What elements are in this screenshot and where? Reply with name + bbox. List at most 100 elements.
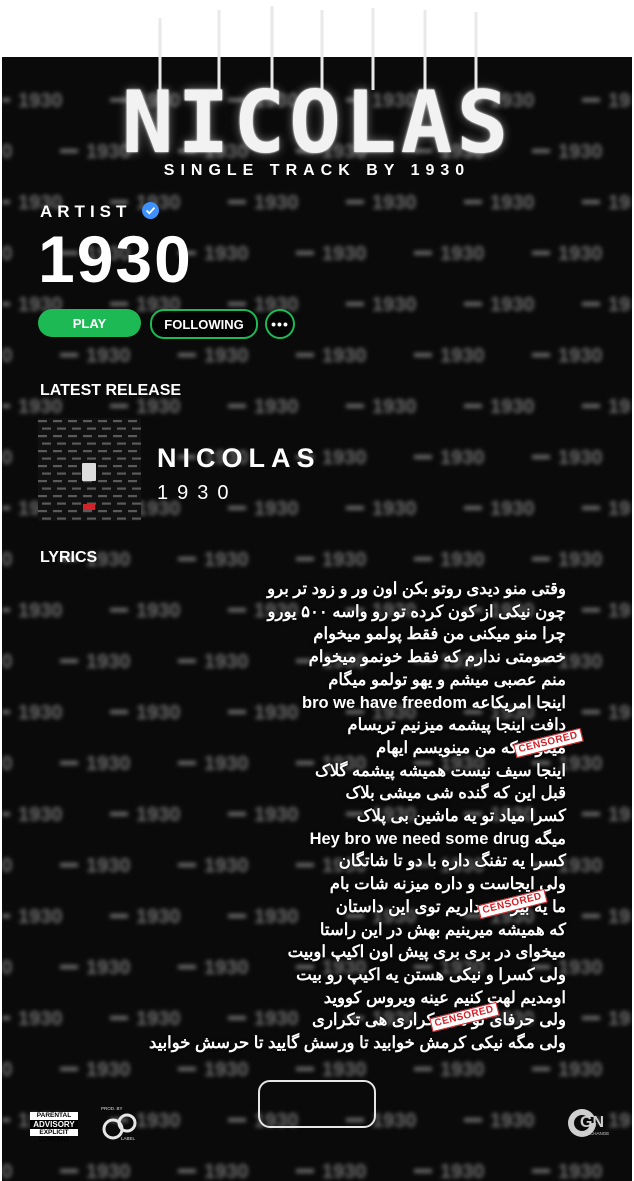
release-cover-art[interactable] xyxy=(38,418,141,521)
background-dash xyxy=(582,404,600,408)
cover-pattern-mark xyxy=(42,487,51,490)
cover-pattern-mark xyxy=(53,450,62,453)
cover-pattern-mark xyxy=(117,427,126,430)
cover-pattern-mark xyxy=(132,487,141,490)
more-options-button[interactable]: ••• xyxy=(265,309,295,339)
cover-pattern-mark xyxy=(102,502,111,505)
background-text: 1930 xyxy=(204,1161,249,1181)
background-text: 1930 xyxy=(372,498,417,520)
background-text: 1930 xyxy=(608,294,632,316)
cover-pattern-mark xyxy=(42,517,51,520)
advisory-mid-text: ADVISORY xyxy=(30,1119,78,1129)
cover-pattern-mark xyxy=(87,487,96,490)
background-dash xyxy=(228,1118,246,1122)
background-text: 1930 xyxy=(322,549,367,571)
background-text: 1930 xyxy=(372,192,417,214)
background-text: 1930 xyxy=(86,1161,131,1181)
cover-pattern-mark xyxy=(102,457,111,460)
background-dash xyxy=(464,1118,482,1122)
background-text: 1930 xyxy=(558,1161,603,1181)
cover-pattern-mark xyxy=(98,465,107,468)
background-dash xyxy=(582,710,600,714)
cover-pattern-mark xyxy=(128,480,137,483)
cover-pattern-mark xyxy=(38,420,47,423)
cover-pattern-mark xyxy=(72,502,81,505)
background-dash xyxy=(2,404,10,408)
background-dash xyxy=(178,1067,196,1071)
background-dash xyxy=(414,251,432,255)
cover-pattern-mark xyxy=(38,450,47,453)
cover-pattern-mark xyxy=(53,480,62,483)
background-text: 1930 xyxy=(608,396,632,418)
cover-pattern-mark xyxy=(72,517,81,520)
ghost-outline-button[interactable] xyxy=(258,1080,376,1128)
background-text: 1930 xyxy=(322,345,367,367)
background-text: 1930 xyxy=(204,1059,249,1081)
background-dash xyxy=(2,200,10,204)
background-dash xyxy=(532,251,550,255)
background-text: 1930 xyxy=(204,243,249,265)
gn-sub-text: EXCHANGE xyxy=(584,1131,610,1136)
cover-pattern-mark xyxy=(87,442,96,445)
background-dash xyxy=(178,353,196,357)
lyric-line: وقتی منو دیدی روتو بکن اون ور و زود تر ب… xyxy=(267,580,566,598)
cover-pattern-mark xyxy=(53,420,62,423)
background-dash xyxy=(228,506,246,510)
cover-pattern-mark xyxy=(102,427,111,430)
lyric-line: خصومتی ندارم که فقط خونمو میخوام xyxy=(308,648,566,667)
cover-pattern-mark xyxy=(117,502,126,505)
background-text: 1930 xyxy=(2,957,13,979)
cover-pattern-mark xyxy=(83,450,92,453)
cover-pattern-mark xyxy=(38,495,47,498)
cover-pattern-mark xyxy=(132,457,141,460)
background-dash xyxy=(582,1016,600,1020)
background-text: 1930 xyxy=(490,294,535,316)
release-title[interactable]: NICOLAS xyxy=(157,443,321,474)
play-button[interactable]: PLAY xyxy=(38,309,141,337)
background-text: 1930 xyxy=(2,1059,13,1081)
background-text: 1930 xyxy=(2,855,13,877)
cover-pattern-mark xyxy=(53,495,62,498)
cover-pattern-mark xyxy=(83,510,92,513)
background-dash xyxy=(532,557,550,561)
background-dash xyxy=(414,557,432,561)
background-text: 1930 xyxy=(254,192,299,214)
release-artist: 1930 xyxy=(157,482,238,504)
background-text: 1930 xyxy=(490,1110,535,1132)
cover-pattern-mark xyxy=(98,480,107,483)
background-dash xyxy=(464,404,482,408)
lyric-line: میخوای در بری بری پیش اون اکیپ اوبیت xyxy=(287,943,566,962)
lyric-line: قبل این که گنده شی میشی بلاک xyxy=(345,784,566,803)
background-dash xyxy=(2,710,10,714)
cover-pattern-mark xyxy=(128,435,137,438)
cover-pattern-mark xyxy=(132,502,141,505)
lyric-line: اینجا امریکاعه bro we have freedom xyxy=(301,693,566,712)
background-text: 1930 xyxy=(608,498,632,520)
lyric-line: کسرا یه تفنگ داره با دو تا شاتگان xyxy=(338,852,566,871)
cover-pattern-mark xyxy=(72,457,81,460)
background-dash xyxy=(296,557,314,561)
background-dash xyxy=(2,812,10,816)
lyric-line: چرا منو میکنی من فقط پولمو میخوام xyxy=(313,625,566,644)
background-dash xyxy=(582,200,600,204)
background-text: 1930 xyxy=(86,1059,131,1081)
cover-pattern-mark xyxy=(113,480,122,483)
background-text: 1930 xyxy=(608,600,632,622)
cover-pattern-mark xyxy=(57,442,66,445)
cover-pattern-mark xyxy=(57,472,66,475)
artist-label: ARTIST xyxy=(40,202,132,221)
background-dash xyxy=(228,302,246,306)
background-dash xyxy=(582,914,600,918)
background-text: 1930 xyxy=(2,447,13,469)
background-dash xyxy=(2,914,10,918)
background-text: 1930 xyxy=(440,447,485,469)
background-dash xyxy=(296,251,314,255)
following-button[interactable]: FOLLOWING xyxy=(150,309,258,339)
background-dash xyxy=(228,200,246,204)
lyrics-label: LYRICS xyxy=(40,549,98,566)
background-dash xyxy=(414,455,432,459)
cover-pattern-mark xyxy=(57,427,66,430)
background-dash xyxy=(346,200,364,204)
cover-pattern-mark xyxy=(98,435,107,438)
background-text: 1930 xyxy=(608,702,632,724)
